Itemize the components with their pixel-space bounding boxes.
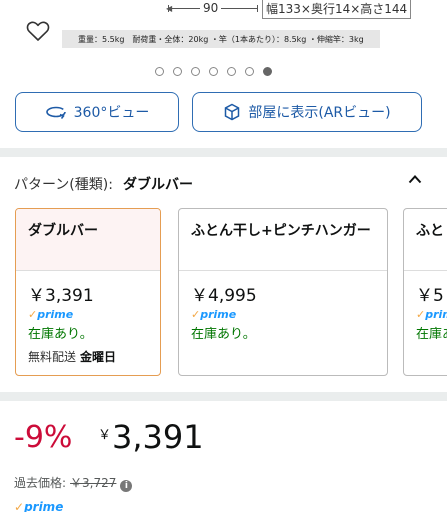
carousel-dot[interactable] (155, 67, 164, 76)
variant-title: ふと (404, 209, 447, 271)
variant-stock: 在庫あり。 (28, 327, 93, 342)
prime-badge: ✓prime (191, 308, 237, 321)
view-360-label: 360°ビュー (73, 105, 150, 121)
spec-bar: 重量：5.5kg 耐荷重・全体：20kg ・竿（1本あたり）：8.5kg ・伸縮… (62, 30, 380, 48)
variant-stock: 在庫あり。 (191, 327, 256, 342)
carousel-dot[interactable] (245, 67, 254, 76)
pattern-label: パターン(種類): (14, 177, 113, 193)
carousel-dot-active[interactable] (263, 67, 272, 76)
carousel-dot[interactable] (209, 67, 218, 76)
dimension-width-label: 90 (200, 1, 222, 15)
ar-view-button[interactable]: 部屋に表示(ARビュー) (192, 92, 422, 132)
section-divider (0, 392, 447, 401)
pattern-selected-value: ダブルバー (122, 177, 193, 193)
discount-percent: -9% (14, 420, 73, 455)
variant-price: ￥5 (416, 286, 444, 306)
currency-symbol: ￥ (98, 428, 112, 443)
variant-title: ダブルバー (16, 209, 160, 271)
product-image-strip[interactable]: ◀ 90 幅133×奥行14×高さ144 重量：5.5kg 耐荷重・全体：20k… (0, 0, 447, 56)
carousel-dot[interactable] (173, 67, 182, 76)
variant-shipping: 無料配送 金曜日 (28, 350, 117, 364)
prime-check-icon: ✓ (191, 308, 201, 321)
variant-title: ふとん干し+ピンチハンガー (179, 209, 387, 271)
heart-icon[interactable] (26, 20, 50, 42)
ar-cube-icon (225, 103, 240, 121)
spec-text: 重量：5.5kg 耐荷重・全体：20kg ・竿（1本あたり）：8.5kg ・伸縮… (78, 34, 364, 44)
prime-badge: ✓prime (416, 308, 447, 321)
prime-badge-bottom: ✓prime (14, 500, 64, 512)
variant-card-double-bar[interactable]: ダブルバー ￥3,391 ✓prime 在庫あり。 無料配送 金曜日 (15, 208, 161, 376)
pattern-header: パターン(種類): ダブルバー (14, 174, 193, 194)
section-divider (0, 148, 447, 157)
variant-card-futon-pinch[interactable]: ふとん干し+ピンチハンガー ￥4,995 ✓prime 在庫あり。 (178, 208, 388, 376)
variant-card-partial[interactable]: ふと ￥5 ✓prime 在庫あ (403, 208, 447, 376)
list-price-row: 過去価格: ￥3,727 i (14, 474, 133, 492)
carousel-dot[interactable] (227, 67, 236, 76)
prime-check-icon: ✓ (28, 308, 38, 321)
variant-price: ￥4,995 (191, 286, 257, 306)
variant-price: ￥3,391 (28, 286, 94, 306)
carousel-dots[interactable] (155, 67, 272, 76)
prime-check-icon: ✓ (416, 308, 426, 321)
view-360-button[interactable]: 360°ビュー (15, 92, 179, 132)
list-price-label: 過去価格: (14, 476, 67, 490)
chevron-up-icon[interactable] (408, 174, 422, 184)
prime-check-icon: ✓ (14, 500, 25, 512)
prime-badge: ✓prime (28, 308, 74, 321)
dimension-box-label: 幅133×奥行14×高さ144 (262, 0, 412, 19)
variant-stock: 在庫あ (416, 327, 447, 342)
carousel-dot[interactable] (191, 67, 200, 76)
current-price: 3,391 (112, 418, 204, 456)
info-icon[interactable]: i (120, 480, 133, 492)
ar-view-label: 部屋に表示(ARビュー) (248, 105, 391, 121)
list-price-value: ￥3,727 (70, 476, 117, 490)
rotate-360-icon (45, 106, 66, 119)
